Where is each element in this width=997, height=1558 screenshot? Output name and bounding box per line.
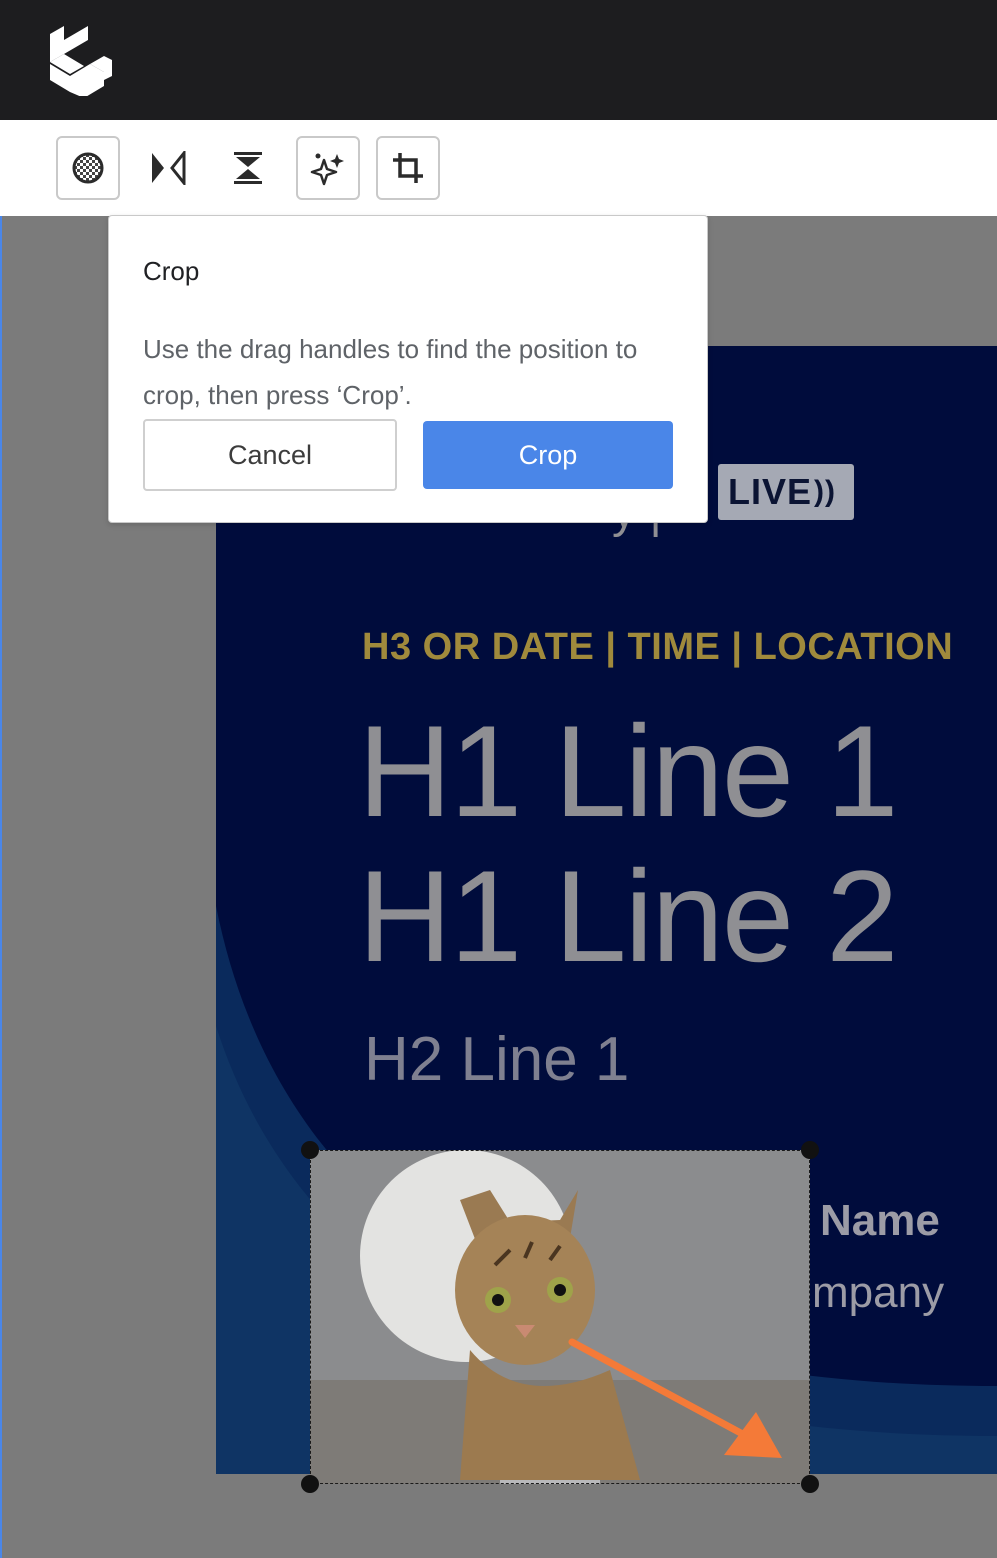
crop-confirm-button[interactable]: Crop xyxy=(423,421,673,489)
crop-handle-top-right[interactable] xyxy=(801,1141,819,1159)
broadcast-waves-icon: )) xyxy=(814,475,836,508)
crop-icon xyxy=(393,153,423,183)
popover-title: Crop xyxy=(143,256,200,286)
popover-description: Use the drag handles to find the positio… xyxy=(143,334,638,410)
crop-popover: Crop Use the drag handles to find the po… xyxy=(108,215,708,523)
crop-handle-top-left[interactable] xyxy=(301,1141,319,1159)
live-label: LIVE xyxy=(728,471,813,512)
magic-enhance-tool-button[interactable] xyxy=(296,136,360,200)
banner-h1-line2: H1 Line 2 xyxy=(358,843,898,989)
image-toolbar xyxy=(0,120,997,216)
transparency-tool-button[interactable] xyxy=(56,136,120,200)
app-logo-icon[interactable] xyxy=(44,26,116,96)
banner-h2-line1: H2 Line 1 xyxy=(364,1025,630,1094)
flip-vertical-tool-button[interactable] xyxy=(216,136,280,200)
crop-tool-button[interactable] xyxy=(376,136,440,200)
drag-hint-arrow-icon xyxy=(568,1338,782,1458)
workspace-edge xyxy=(0,216,2,1558)
cancel-button[interactable]: Cancel xyxy=(143,419,397,491)
checker-circle-icon xyxy=(72,152,104,184)
crop-handle-bottom-left[interactable] xyxy=(301,1475,319,1493)
flip-horizontal-icon xyxy=(152,151,186,185)
top-app-bar xyxy=(0,0,997,120)
speaker-name: Name xyxy=(820,1196,940,1245)
banner-eyebrow: H3 OR DATE | TIME | LOCATION xyxy=(362,626,954,668)
live-badge: LIVE )) xyxy=(718,464,854,520)
flip-horizontal-tool-button[interactable] xyxy=(136,136,200,200)
flip-vertical-icon xyxy=(234,152,262,184)
speaker-company: mpany xyxy=(812,1268,945,1317)
banner-h1-line1: H1 Line 1 xyxy=(358,698,898,844)
sparkles-icon xyxy=(310,153,344,186)
crop-handle-bottom-right[interactable] xyxy=(801,1475,819,1493)
